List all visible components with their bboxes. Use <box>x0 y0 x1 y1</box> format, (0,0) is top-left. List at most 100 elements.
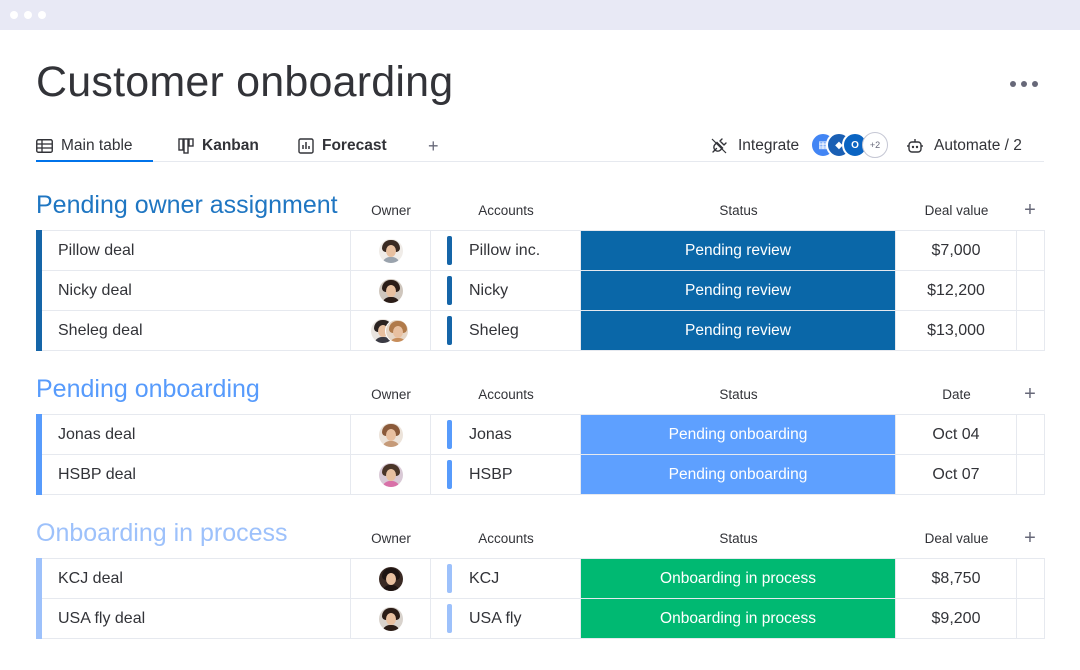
group-title[interactable]: Pending owner assignment <box>36 191 338 220</box>
kanban-icon <box>178 137 194 154</box>
add-view-button[interactable]: + <box>428 136 439 157</box>
owner-cell[interactable] <box>351 415 431 454</box>
account-name: KCJ <box>469 569 500 587</box>
group-title[interactable]: Pending onboarding <box>36 375 260 404</box>
avatar <box>378 606 403 631</box>
column-header-deal-value[interactable]: Deal value <box>896 203 1017 218</box>
owner-cell[interactable] <box>351 599 431 638</box>
empty-cell <box>1017 455 1045 494</box>
column-header-date[interactable]: Date <box>896 387 1017 402</box>
date-cell[interactable]: Oct 04 <box>896 415 1017 454</box>
group-table: KCJ deal KCJ Onboarding in process $8,75… <box>36 558 1045 639</box>
item-name[interactable]: USA fly deal <box>42 599 351 638</box>
add-column-button[interactable]: + <box>1018 527 1042 550</box>
window-dot <box>24 11 32 19</box>
tab-label: Forecast <box>322 136 387 154</box>
account-cell[interactable]: USA fly <box>431 599 581 638</box>
add-column-button[interactable]: + <box>1018 383 1042 406</box>
table-row[interactable]: Sheleg deal Sheleg Pending review $13,00… <box>36 310 1045 351</box>
date-cell[interactable]: Oct 07 <box>896 455 1017 494</box>
table-row[interactable]: HSBP deal HSBP Pending onboarding Oct 07 <box>36 454 1045 495</box>
avatar <box>378 462 403 487</box>
deal-value-cell[interactable]: $7,000 <box>896 231 1017 270</box>
automate-label: Automate / 2 <box>934 136 1022 154</box>
table-row[interactable]: Pillow deal Pillow inc. Pending review $… <box>36 230 1045 271</box>
status-badge[interactable]: Pending onboarding <box>581 455 896 494</box>
item-name[interactable]: Pillow deal <box>42 231 351 270</box>
table-row[interactable]: Nicky deal Nicky Pending review $12,200 <box>36 270 1045 311</box>
chart-icon <box>298 137 314 154</box>
account-name: Nicky <box>469 281 509 299</box>
integrate-button[interactable]: Integrate <box>710 130 799 161</box>
status-badge[interactable]: Pending review <box>581 231 896 270</box>
deal-value-cell[interactable]: $12,200 <box>896 271 1017 310</box>
item-name[interactable]: Nicky deal <box>42 271 351 310</box>
item-name[interactable]: Sheleg deal <box>42 311 351 350</box>
robot-icon <box>907 138 923 153</box>
deal-value-cell[interactable]: $9,200 <box>896 599 1017 638</box>
account-cell[interactable]: Pillow inc. <box>431 231 581 270</box>
table-row[interactable]: Jonas deal Jonas Pending onboarding Oct … <box>36 414 1045 455</box>
tab-kanban[interactable]: Kanban <box>178 130 259 161</box>
account-name: Pillow inc. <box>469 241 541 259</box>
tab-main-table[interactable]: Main table <box>36 130 153 162</box>
column-header-status[interactable]: Status <box>581 203 896 218</box>
window-dot <box>10 11 18 19</box>
column-header-accounts[interactable]: Accounts <box>431 203 581 218</box>
avatar <box>378 566 403 591</box>
table-row[interactable]: USA fly deal USA fly Onboarding in proce… <box>36 598 1045 639</box>
window-titlebar <box>0 0 1080 30</box>
empty-cell <box>1017 415 1045 454</box>
status-badge[interactable]: Pending onboarding <box>581 415 896 454</box>
column-header-accounts[interactable]: Accounts <box>431 387 581 402</box>
column-header-accounts[interactable]: Accounts <box>431 531 581 546</box>
automate-button[interactable]: Automate / 2 <box>906 130 1022 161</box>
page-title[interactable]: Customer onboarding <box>36 58 453 107</box>
status-badge[interactable]: Pending review <box>581 271 896 310</box>
owner-cell[interactable] <box>351 311 431 350</box>
status-badge[interactable]: Onboarding in process <box>581 599 896 638</box>
account-cell[interactable]: Nicky <box>431 271 581 310</box>
column-header-owner[interactable]: Owner <box>351 203 431 218</box>
more-integrations-badge: +2 <box>862 132 888 158</box>
deal-value-cell[interactable]: $13,000 <box>896 311 1017 350</box>
group-title[interactable]: Onboarding in process <box>36 519 288 548</box>
account-cell[interactable]: KCJ <box>431 559 581 598</box>
tab-forecast[interactable]: Forecast <box>298 130 387 161</box>
group-table: Pillow deal Pillow inc. Pending review $… <box>36 230 1045 351</box>
column-header-deal-value[interactable]: Deal value <box>896 531 1017 546</box>
deal-value-cell[interactable]: $8,750 <box>896 559 1017 598</box>
status-badge[interactable]: Onboarding in process <box>581 559 896 598</box>
tab-label: Main table <box>61 136 133 154</box>
integrations-stack[interactable]: ▦ ◆ O +2 <box>810 132 892 160</box>
avatar <box>384 318 409 343</box>
account-name: HSBP <box>469 465 513 483</box>
account-name: Sheleg <box>469 321 519 339</box>
window-dot <box>38 11 46 19</box>
owner-cell[interactable] <box>351 559 431 598</box>
owner-cell[interactable] <box>351 271 431 310</box>
more-horizontal-icon[interactable] <box>1010 74 1042 94</box>
column-header-owner[interactable]: Owner <box>351 531 431 546</box>
table-icon <box>36 138 53 153</box>
account-cell[interactable]: Jonas <box>431 415 581 454</box>
integrate-label: Integrate <box>738 136 800 154</box>
owner-cell[interactable] <box>351 455 431 494</box>
avatar <box>378 238 403 263</box>
owner-cell[interactable] <box>351 231 431 270</box>
account-cell[interactable]: Sheleg <box>431 311 581 350</box>
column-header-owner[interactable]: Owner <box>351 387 431 402</box>
item-name[interactable]: HSBP deal <box>42 455 351 494</box>
add-column-button[interactable]: + <box>1018 199 1042 222</box>
column-header-status[interactable]: Status <box>581 531 896 546</box>
avatar-group <box>370 318 411 343</box>
table-row[interactable]: KCJ deal KCJ Onboarding in process $8,75… <box>36 558 1045 599</box>
column-header-status[interactable]: Status <box>581 387 896 402</box>
item-name[interactable]: Jonas deal <box>42 415 351 454</box>
plug-icon <box>711 137 727 153</box>
item-name[interactable]: KCJ deal <box>42 559 351 598</box>
account-name: Jonas <box>469 425 512 443</box>
status-badge[interactable]: Pending review <box>581 311 896 350</box>
account-cell[interactable]: HSBP <box>431 455 581 494</box>
tab-label: Kanban <box>202 136 259 154</box>
